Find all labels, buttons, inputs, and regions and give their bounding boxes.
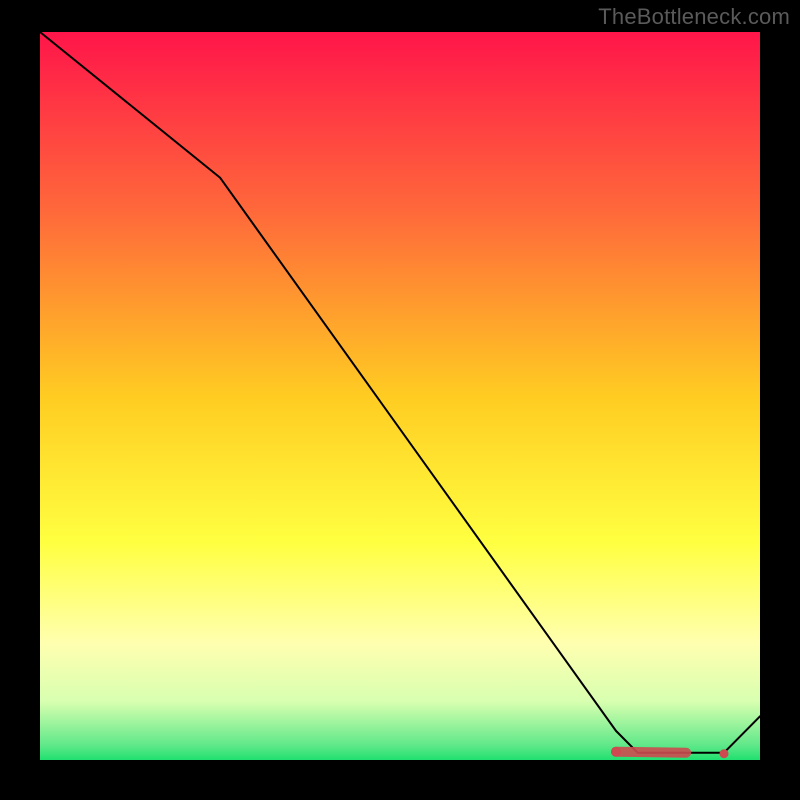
- marker-dot: [720, 749, 729, 758]
- attribution-text: TheBottleneck.com: [598, 4, 790, 30]
- gradient-background: [40, 32, 760, 760]
- plot-area: [40, 32, 760, 760]
- marker-dot: [611, 747, 621, 757]
- marker-band: [616, 752, 686, 753]
- chart-svg: [40, 32, 760, 760]
- chart-container: TheBottleneck.com: [0, 0, 800, 800]
